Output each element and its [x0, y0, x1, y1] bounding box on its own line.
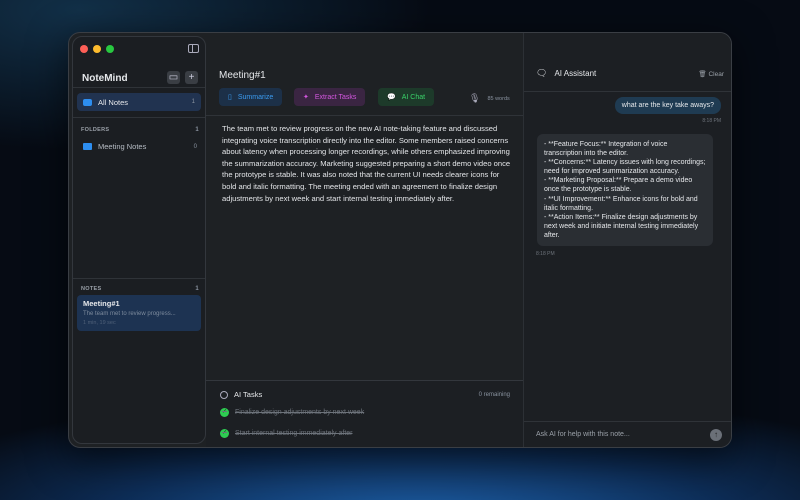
notes-label: NOTES: [81, 286, 102, 292]
chat-bubbles-icon: 💬: [387, 94, 396, 101]
assistant-message: - **Feature Focus:** Integration of voic…: [537, 134, 713, 247]
task-label: Start internal testing immediately after: [235, 430, 353, 437]
input-placeholder: Ask AI for help with this note...: [536, 431, 630, 438]
summarize-button[interactable]: ▯ Summarize: [219, 88, 283, 106]
sidebar-item-meeting-notes[interactable]: Meeting Notes 0: [83, 142, 197, 151]
sidebar: NoteMind ▭ + All Notes 1 FOLDERS 1 Meetin…: [72, 36, 206, 444]
clear-label: Clear: [708, 70, 724, 78]
user-message: what are the key take aways?: [614, 97, 721, 114]
traffic-lights: [80, 45, 114, 53]
checkmark-icon[interactable]: ✓: [220, 408, 229, 417]
task-item[interactable]: ✓ Finalize design adjustments by next wee…: [220, 408, 364, 417]
folders-label: FOLDERS: [81, 127, 110, 133]
clear-button[interactable]: 🗑 Clear: [698, 70, 724, 78]
ai-assistant-panel: 🗨 AI Assistant 🗑 Clear what are the key ta…: [523, 33, 731, 447]
tasks-remaining: 0 remaining: [478, 391, 510, 398]
task-label: Finalize design adjustments by next week: [235, 409, 365, 416]
notes-header: NOTES 1: [81, 286, 199, 292]
note-duration: 1 min, 19 sec: [83, 320, 116, 326]
divider: [524, 91, 731, 92]
folders-count: 1: [195, 127, 199, 133]
new-note-button[interactable]: +: [185, 71, 198, 84]
minimize-window-button[interactable]: [93, 45, 101, 53]
ai-chat-button[interactable]: 💬 AI Chat: [378, 88, 435, 106]
divider: [73, 87, 205, 88]
editor: Meeting#1 ▯ Summarize ✦ Extract Tasks 💬 AI …: [206, 33, 523, 447]
divider: [73, 117, 205, 118]
zoom-window-button[interactable]: [106, 45, 114, 53]
note-title-heading[interactable]: Meeting#1: [219, 70, 266, 81]
extract-tasks-button[interactable]: ✦ Extract Tasks: [294, 88, 366, 106]
note-title: Meeting#1: [83, 299, 120, 308]
plus-icon: +: [188, 72, 195, 83]
send-arrow-icon[interactable]: ↑: [710, 429, 722, 441]
divider: [206, 115, 523, 116]
app-name: NoteMind: [82, 73, 128, 84]
assistant-title: AI Assistant: [554, 69, 597, 78]
ai-chat-label: AI Chat: [401, 93, 426, 101]
summarize-label: Summarize: [237, 93, 274, 101]
chat-bubbles-icon: 🗨: [536, 68, 548, 78]
note-body[interactable]: The team met to review progress on the n…: [222, 123, 512, 204]
sidebar-toggle-icon[interactable]: [188, 44, 199, 53]
task-item[interactable]: ✓ Start internal testing immediately afte…: [220, 429, 353, 438]
ask-ai-input[interactable]: Ask AI for help with this note... ↑: [524, 421, 731, 447]
trash-icon: 🗑: [698, 70, 709, 78]
check-circle-icon: [220, 390, 228, 399]
word-count: 🎙 85 words: [469, 93, 510, 104]
extract-label: Extract Tasks: [314, 93, 357, 101]
folders-header: FOLDERS 1: [81, 127, 199, 133]
message-time: 8:18 PM: [536, 251, 555, 257]
folder-icon: [83, 143, 92, 150]
message-time: 8:18 PM: [702, 118, 721, 124]
folder-plus-icon: ▭: [168, 72, 179, 83]
sparkle-icon: ✦: [303, 94, 309, 101]
checkmark-icon[interactable]: ✓: [220, 429, 229, 438]
folder-count: 0: [193, 143, 197, 150]
close-window-button[interactable]: [80, 45, 88, 53]
note-list-item[interactable]: Meeting#1 The team met to review progres…: [77, 295, 201, 331]
tray-icon: [83, 98, 92, 106]
book-icon: ▯: [228, 94, 232, 101]
notes-count: 1: [195, 286, 199, 292]
tasks-title: AI Tasks: [234, 390, 263, 399]
all-notes-count: 1: [191, 99, 195, 105]
word-count-label: 85 words: [487, 95, 510, 102]
divider: [73, 278, 205, 279]
sidebar-item-all-notes[interactable]: All Notes 1: [77, 93, 201, 111]
folder-label: Meeting Notes: [98, 142, 147, 151]
ai-tasks-panel: AI Tasks 0 remaining ✓ Finalize design adj…: [206, 380, 523, 447]
all-notes-label: All Notes: [98, 97, 129, 107]
microphone-icon[interactable]: 🎙: [469, 93, 480, 104]
app-window: NoteMind ▭ + All Notes 1 FOLDERS 1 Meetin…: [68, 32, 732, 448]
new-folder-button[interactable]: ▭: [167, 71, 180, 84]
note-preview: The team met to review progress...: [83, 311, 176, 317]
